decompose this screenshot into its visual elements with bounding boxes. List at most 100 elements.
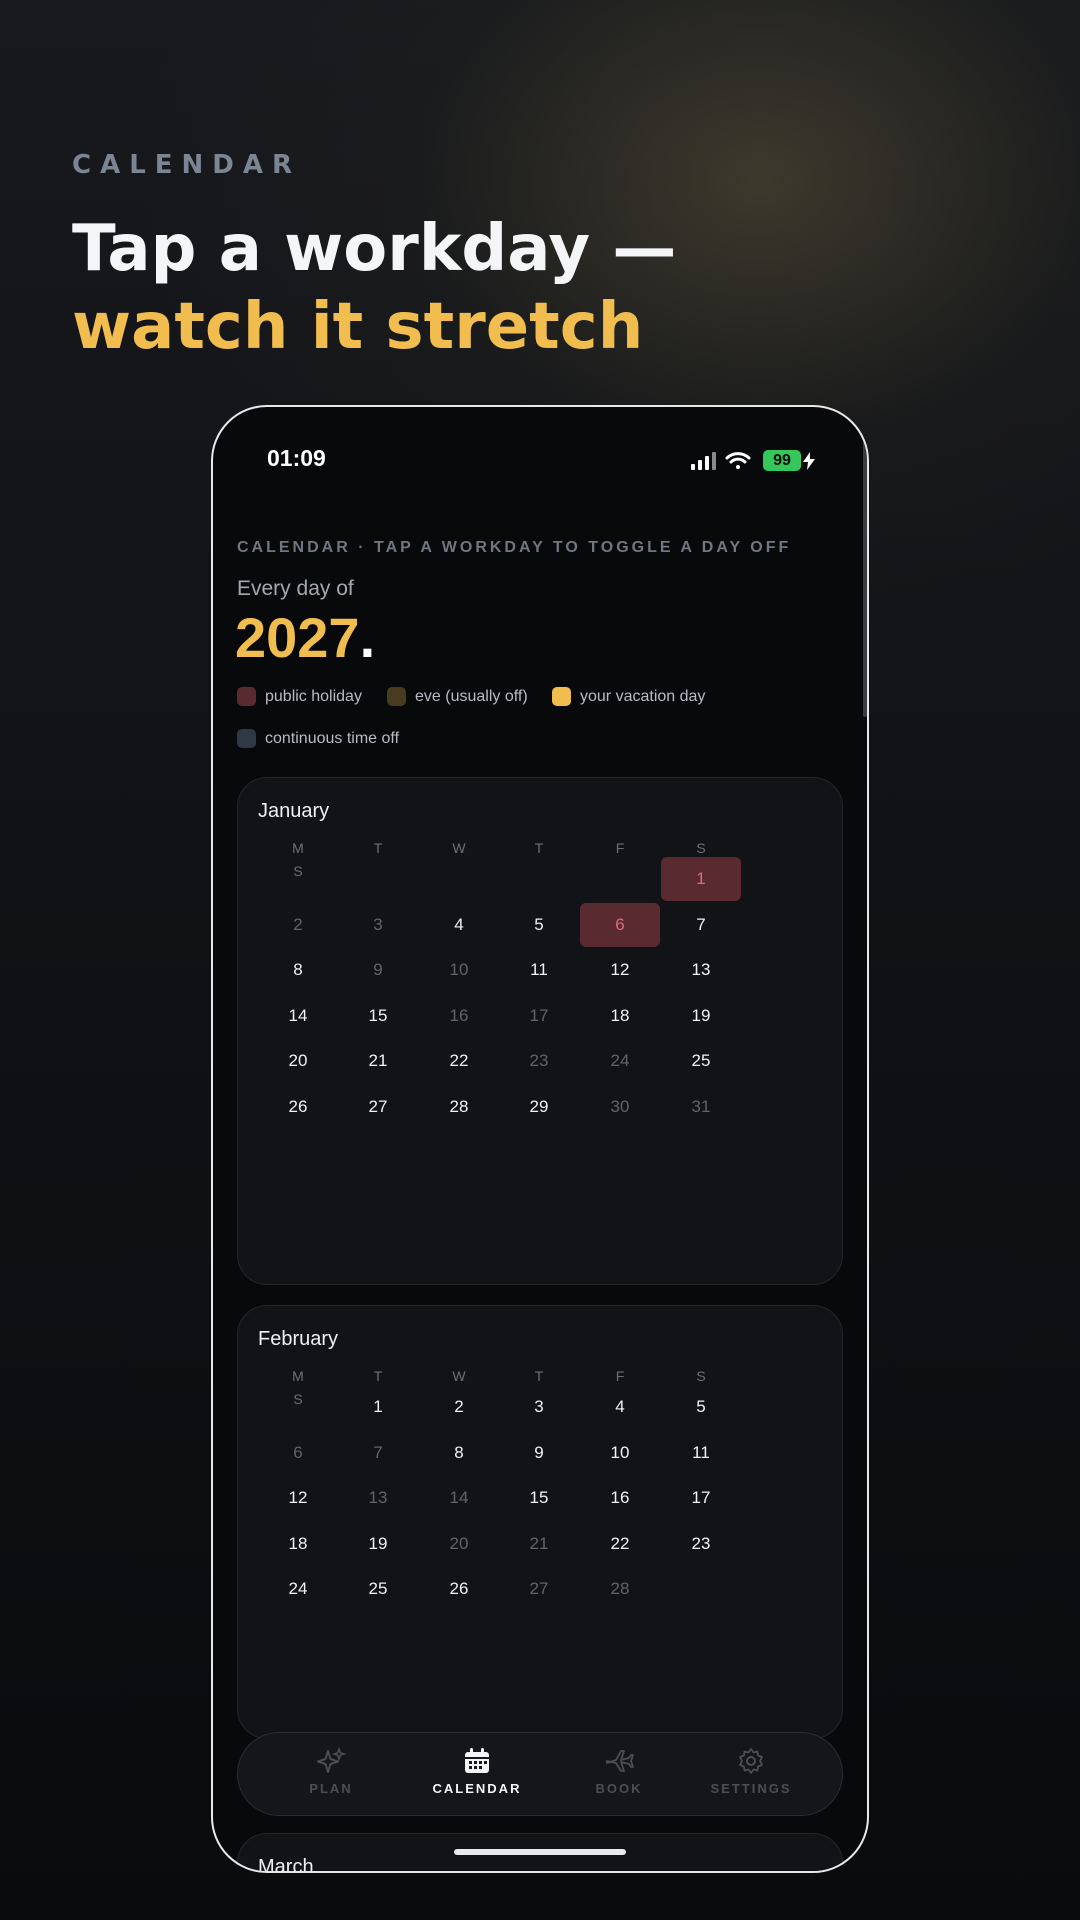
screen-subtitle: Every day of [237, 577, 354, 600]
legend-item-holiday: public holiday [237, 687, 362, 706]
day-cell[interactable]: 5 [661, 1385, 741, 1429]
holiday-day-cell[interactable]: 1 [661, 857, 741, 901]
day-cell[interactable]: 17 [499, 994, 579, 1038]
hero-title-line2: watch it stretch [72, 290, 644, 364]
day-cell[interactable]: 6 [258, 1431, 338, 1475]
day-cell[interactable]: 11 [499, 948, 579, 992]
weekday-label: S [293, 863, 303, 879]
calendar-icon [465, 1748, 489, 1773]
month-name: February [258, 1328, 339, 1350]
day-cell[interactable]: 22 [580, 1522, 660, 1566]
day-cell[interactable]: 12 [580, 948, 660, 992]
weekday-label: T [373, 1368, 383, 1384]
day-cell[interactable]: 7 [338, 1431, 418, 1475]
month-card-january: January M T W T F S S 1 2 3 4 5 6 7 8 9 10 11 12 13 14 15 16 17 1… [237, 777, 843, 1285]
legend-swatch [387, 687, 406, 706]
day-cell[interactable]: 7 [661, 903, 741, 947]
day-cell[interactable]: 21 [338, 1039, 418, 1083]
day-cell[interactable]: 31 [661, 1085, 741, 1129]
airplane-icon [606, 1750, 634, 1772]
day-cell[interactable]: 16 [419, 994, 499, 1038]
weekday-label: T [534, 840, 544, 856]
weekday-label: W [452, 840, 466, 856]
sparkles-icon [317, 1747, 346, 1773]
day-cell[interactable]: 3 [338, 903, 418, 947]
day-cell[interactable]: 18 [580, 994, 660, 1038]
day-cell[interactable]: 5 [499, 903, 579, 947]
weekday-label: M [292, 1368, 304, 1384]
day-cell[interactable]: 18 [258, 1522, 338, 1566]
year-title: 2027. [235, 603, 375, 673]
gear-icon [739, 1748, 763, 1774]
day-cell[interactable]: 19 [661, 994, 741, 1038]
day-cell[interactable]: 27 [338, 1085, 418, 1129]
day-cell[interactable]: 17 [661, 1476, 741, 1520]
legend-item-eve: eve (usually off) [387, 687, 528, 706]
day-cell[interactable]: 22 [419, 1039, 499, 1083]
charging-icon [803, 452, 815, 470]
tab-label: CALENDAR [432, 1781, 522, 1796]
tab-settings[interactable]: SETTINGS [686, 1747, 816, 1796]
month-name: March [258, 1856, 314, 1873]
day-cell[interactable]: 27 [499, 1567, 579, 1611]
day-cell[interactable]: 15 [338, 994, 418, 1038]
day-cell[interactable]: 8 [419, 1431, 499, 1475]
holiday-day-cell[interactable]: 6 [580, 902, 660, 947]
tab-plan[interactable]: PLAN [266, 1747, 396, 1796]
day-cell[interactable]: 9 [499, 1431, 579, 1475]
day-cell[interactable]: 13 [338, 1476, 418, 1520]
day-cell[interactable]: 14 [419, 1476, 499, 1520]
day-cell[interactable]: 29 [499, 1085, 579, 1129]
tab-book[interactable]: BOOK [554, 1747, 684, 1796]
wifi-icon [725, 452, 751, 469]
day-cell[interactable]: 13 [661, 948, 741, 992]
weekday-label: F [615, 1368, 625, 1384]
day-cell[interactable]: 11 [661, 1431, 741, 1475]
phone-frame: 01:09 99 CALENDAR · TAP A WORKDAY TO TOG… [211, 405, 869, 1873]
day-cell[interactable]: 24 [258, 1567, 338, 1611]
day-cell[interactable]: 1 [338, 1385, 418, 1429]
hero-title-line1: Tap a workday — [72, 212, 677, 286]
weekday-label: W [452, 1368, 466, 1384]
day-cell[interactable]: 10 [419, 948, 499, 992]
weekday-label: S [696, 840, 706, 856]
day-cell[interactable]: 21 [499, 1522, 579, 1566]
screen-kicker: CALENDAR · TAP A WORKDAY TO TOGGLE A DAY… [237, 539, 792, 556]
tab-label: PLAN [309, 1781, 353, 1796]
day-cell[interactable]: 14 [258, 994, 338, 1038]
day-cell[interactable]: 9 [338, 948, 418, 992]
day-cell[interactable]: 23 [661, 1522, 741, 1566]
scrollbar[interactable] [863, 427, 867, 717]
day-cell[interactable]: 8 [258, 948, 338, 992]
day-cell[interactable]: 15 [499, 1476, 579, 1520]
day-cell[interactable]: 20 [258, 1039, 338, 1083]
legend-swatch [237, 729, 256, 748]
day-cell[interactable]: 19 [338, 1522, 418, 1566]
weekday-label: T [373, 840, 383, 856]
day-cell[interactable]: 28 [419, 1085, 499, 1129]
day-cell[interactable]: 3 [499, 1385, 579, 1429]
day-cell[interactable]: 10 [580, 1431, 660, 1475]
weekday-label: T [534, 1368, 544, 1384]
day-cell[interactable]: 20 [419, 1522, 499, 1566]
day-cell[interactable]: 2 [419, 1385, 499, 1429]
tab-calendar[interactable]: CALENDAR [412, 1747, 542, 1796]
day-cell[interactable]: 25 [338, 1567, 418, 1611]
day-cell[interactable]: 16 [580, 1476, 660, 1520]
day-cell[interactable]: 2 [258, 903, 338, 947]
day-cell[interactable]: 26 [258, 1085, 338, 1129]
day-cell[interactable]: 25 [661, 1039, 741, 1083]
day-cell[interactable]: 26 [419, 1567, 499, 1611]
signal-icon [691, 452, 716, 470]
legend-label: eve (usually off) [415, 687, 528, 705]
day-cell[interactable]: 4 [419, 903, 499, 947]
day-cell[interactable]: 24 [580, 1039, 660, 1083]
home-indicator[interactable] [454, 1849, 626, 1855]
year-dot: . [359, 606, 376, 669]
day-cell[interactable]: 28 [580, 1567, 660, 1611]
day-cell[interactable]: 30 [580, 1085, 660, 1129]
day-cell[interactable]: 23 [499, 1039, 579, 1083]
legend-swatch [552, 687, 571, 706]
day-cell[interactable]: 4 [580, 1385, 660, 1429]
day-cell[interactable]: 12 [258, 1476, 338, 1520]
